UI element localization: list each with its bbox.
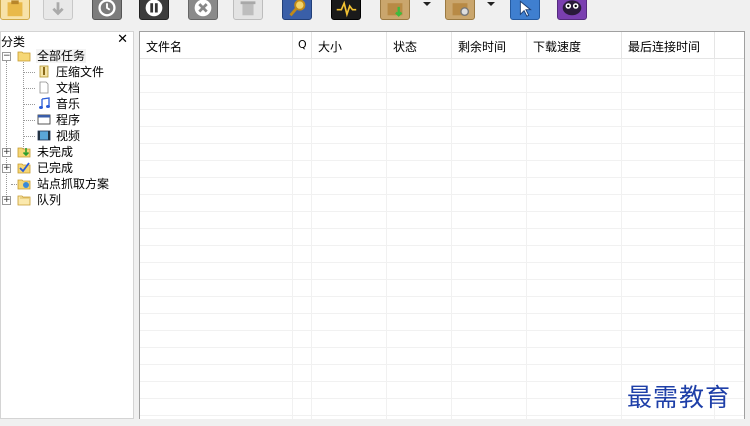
tree-item-label: 文档 <box>56 81 81 95</box>
empty-row <box>140 127 744 144</box>
empty-row <box>140 195 744 212</box>
tree-item-documents[interactable]: 文档 <box>1 80 133 96</box>
column-header-last-connection[interactable]: 最后连接时间 <box>622 32 715 58</box>
cursor-icon <box>519 0 532 17</box>
empty-row <box>140 263 744 280</box>
column-header-size[interactable]: 大小 <box>312 32 387 58</box>
tree-item-music[interactable]: 音乐 <box>1 96 133 112</box>
video-film-icon <box>37 130 51 141</box>
category-panel-header: 分类 ✕ <box>1 32 133 49</box>
tree-item-label: 已完成 <box>37 161 74 175</box>
mascot-button[interactable] <box>557 0 587 20</box>
unfinished-folder-icon <box>17 147 31 158</box>
stop-button[interactable] <box>188 0 218 20</box>
mascot-icon <box>562 0 582 16</box>
collapse-toggle[interactable]: − <box>2 51 11 61</box>
tree-item-label: 队列 <box>37 193 62 207</box>
program-window-icon <box>37 114 51 125</box>
empty-row <box>140 212 744 229</box>
search-icon <box>289 0 306 17</box>
activity-monitor-icon <box>336 0 357 18</box>
queue-folder-icon <box>17 195 31 206</box>
pause-icon <box>145 0 163 17</box>
package-settings-icon <box>452 3 470 16</box>
empty-row <box>140 297 744 314</box>
recycle-bin-icon <box>240 1 256 16</box>
tree-item-label: 程序 <box>56 113 81 127</box>
column-header-filename[interactable]: 文件名 <box>140 32 293 58</box>
column-header-row: 文件名 Q 大小 状态 剩余时间 下载速度 最后连接时间 <box>140 32 744 59</box>
expand-toggle[interactable]: + <box>2 195 11 205</box>
empty-row <box>140 348 744 365</box>
package-settings-dropdown-icon[interactable] <box>487 2 495 6</box>
empty-row <box>140 93 744 110</box>
tree-item-unfinished[interactable]: + 未完成 <box>1 144 133 160</box>
watermark-text: 最需教育 <box>627 383 732 412</box>
empty-row <box>140 280 744 297</box>
stop-icon <box>194 0 212 17</box>
column-header-time-left[interactable]: 剩余时间 <box>452 32 527 58</box>
tree-item-videos[interactable]: 视频 <box>1 128 133 144</box>
clipboard-icon <box>7 0 23 17</box>
site-grab-folder-icon <box>17 179 31 190</box>
download-icon <box>52 2 64 16</box>
empty-row <box>140 229 744 246</box>
empty-row <box>140 178 744 195</box>
package-download-icon <box>387 3 403 17</box>
music-note-icon <box>39 97 50 109</box>
open-folder-icon <box>17 51 31 62</box>
history-button[interactable] <box>92 0 122 20</box>
column-header-q[interactable]: Q <box>293 32 312 58</box>
search-button[interactable] <box>282 0 312 20</box>
finished-folder-icon <box>17 162 31 174</box>
tree-item-label: 视频 <box>56 129 81 143</box>
download-button[interactable] <box>43 0 73 20</box>
expand-toggle[interactable]: + <box>2 163 11 173</box>
download-list: 文件名 Q 大小 状态 剩余时间 下载速度 最后连接时间 <box>139 31 745 421</box>
close-panel-button[interactable]: ✕ <box>117 32 128 48</box>
bottom-strip <box>0 419 750 426</box>
empty-row <box>140 76 744 93</box>
list-rows <box>140 59 744 420</box>
tree-item-label: 全部任务 <box>36 49 87 63</box>
tree-item-all-tasks[interactable]: − 全部任务 <box>1 48 133 64</box>
pause-button[interactable] <box>139 0 169 20</box>
tree-item-queue[interactable]: + 队列 <box>1 192 133 208</box>
package-download-button[interactable] <box>380 0 410 20</box>
history-icon <box>98 0 116 17</box>
category-panel: 分类 ✕ − 全部任务 压缩文件 文档 音乐 程序 视频 + 未完成 + 已完成… <box>0 31 134 419</box>
empty-row <box>140 110 744 127</box>
tree-item-site-grab[interactable]: 站点抓取方案 <box>1 176 133 192</box>
package-settings-button[interactable] <box>445 0 475 20</box>
column-header-status[interactable]: 状态 <box>387 32 452 58</box>
tree-item-label: 音乐 <box>56 97 81 111</box>
empty-row <box>140 161 744 178</box>
tree-item-label: 压缩文件 <box>56 65 105 79</box>
activity-monitor-button[interactable] <box>331 0 361 20</box>
tree-item-label: 未完成 <box>37 145 74 159</box>
recycle-bin-button[interactable] <box>233 0 263 20</box>
document-icon <box>39 81 49 94</box>
tree-item-programs[interactable]: 程序 <box>1 112 133 128</box>
empty-row <box>140 59 744 76</box>
column-header-speed[interactable]: 下载速度 <box>527 32 622 58</box>
empty-row <box>140 144 744 161</box>
clipboard-button[interactable] <box>0 0 30 20</box>
tree-item-finished[interactable]: + 已完成 <box>1 160 133 176</box>
toolbar <box>0 0 750 24</box>
empty-row <box>140 314 744 331</box>
empty-row <box>140 246 744 263</box>
tree-item-compressed[interactable]: 压缩文件 <box>1 64 133 80</box>
cursor-button[interactable] <box>510 0 540 20</box>
empty-row <box>140 331 744 348</box>
package-download-dropdown-icon[interactable] <box>423 2 431 6</box>
tree-item-label: 站点抓取方案 <box>37 177 110 191</box>
expand-toggle[interactable]: + <box>2 147 11 157</box>
archive-file-icon <box>39 65 49 78</box>
